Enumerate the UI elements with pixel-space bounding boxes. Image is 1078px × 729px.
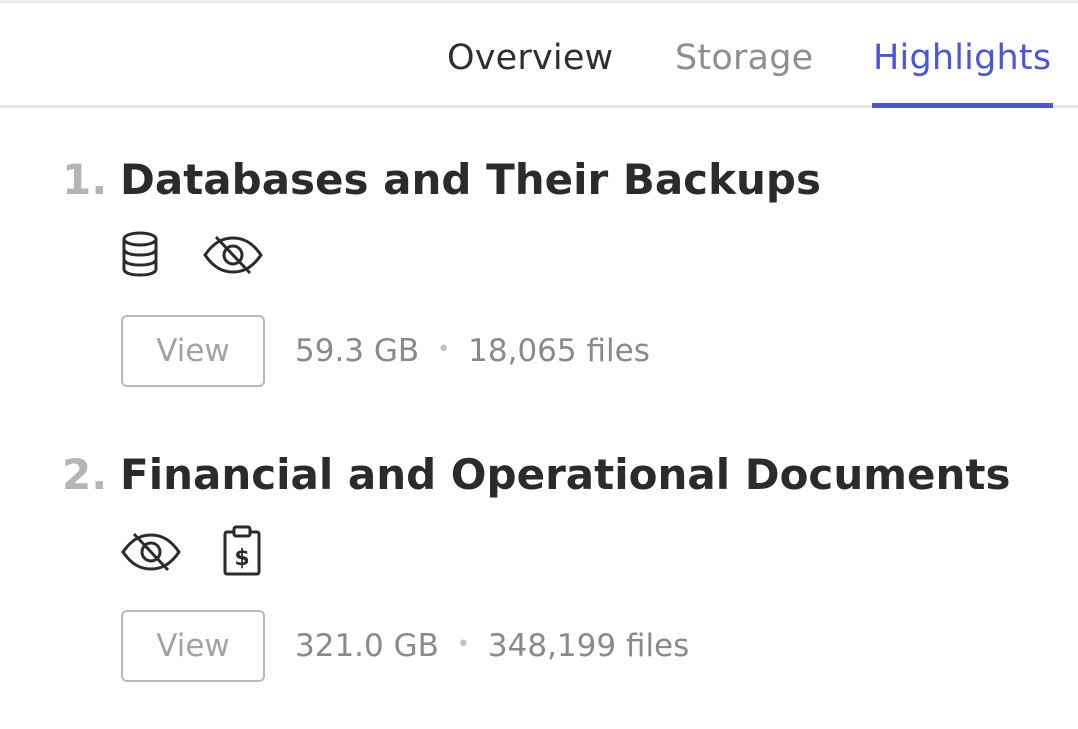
svg-text:$: $ (234, 546, 249, 571)
view-button[interactable]: View (121, 610, 265, 682)
highlight-item: 2. Financial and Operational Documents $… (0, 445, 1078, 705)
item-meta: 59.3 GB • 18,065 files (295, 315, 650, 387)
database-icon (120, 230, 160, 282)
tab-highlights[interactable]: Highlights (873, 33, 1051, 83)
active-tab-indicator (872, 103, 1053, 108)
item-file-count: 348,199 files (487, 628, 690, 664)
clipboard-dollar-icon: $ (222, 525, 262, 581)
eye-slash-icon (120, 531, 182, 577)
item-title: Databases and Their Backups (120, 155, 821, 204)
separator-dot: • (456, 631, 470, 657)
item-number: 1. (62, 155, 108, 204)
highlight-item: 1. Databases and Their Backups View 59.3… (0, 150, 1078, 410)
tab-overview[interactable]: Overview (447, 33, 613, 83)
tab-bar: Overview Storage Highlights (0, 3, 1078, 108)
item-title: Financial and Operational Documents (120, 450, 1011, 499)
tab-storage[interactable]: Storage (675, 33, 813, 83)
item-size: 321.0 GB (295, 628, 439, 664)
item-meta: 321.0 GB • 348,199 files (295, 610, 689, 682)
eye-slash-icon (202, 234, 264, 280)
separator-dot: • (437, 336, 451, 362)
item-number: 2. (62, 450, 108, 499)
item-size: 59.3 GB (295, 333, 420, 369)
view-button[interactable]: View (121, 315, 265, 387)
item-file-count: 18,065 files (468, 333, 650, 369)
